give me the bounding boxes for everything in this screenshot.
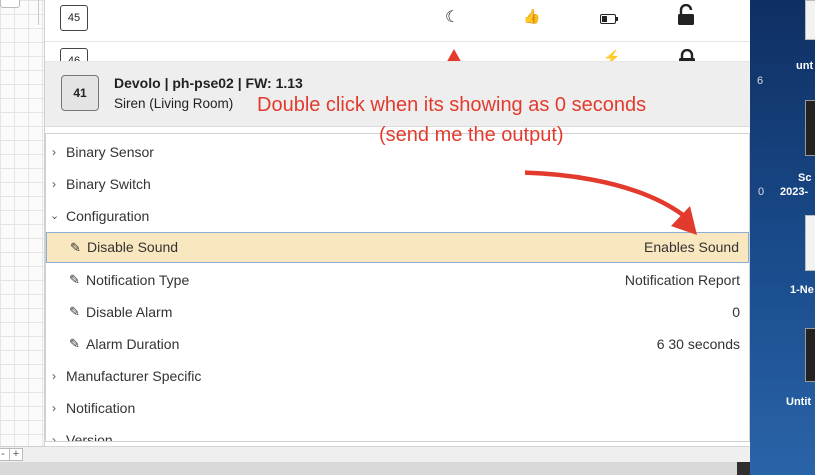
annotation-line1: Double click when its showing as 0 secon… (257, 94, 647, 116)
device-subtitle: Siren (Living Room) (114, 96, 234, 111)
desktop-file-label[interactable]: Sc (798, 172, 811, 184)
config-item-alarm-duration[interactable]: ✎ Alarm Duration 6 30 seconds (46, 328, 749, 360)
desktop-file-label[interactable]: Untit (786, 396, 811, 408)
left-panel-footer: - + (0, 446, 45, 462)
file-thumbnail[interactable] (805, 215, 815, 271)
config-item-label: Alarm Duration (86, 336, 180, 352)
device-row[interactable]: 45 ☾ 👍 (45, 0, 750, 42)
pencil-icon: ✎ (69, 336, 80, 351)
config-item-value: 6 30 seconds (656, 336, 740, 352)
tree-item-manufacturer-specific[interactable]: › Manufacturer Specific (46, 360, 749, 392)
config-item-label: Disable Alarm (86, 304, 173, 320)
macos-desktop: unt Sc 2023- 1-Ne Untit 6 0 (750, 0, 815, 475)
config-item-value: Notification Report (624, 272, 740, 288)
thumbs-up-icon: 👍 (523, 8, 541, 24)
main-window: 45 ☾ 👍 46 ⚡ 41 Devolo | ph-pse02 | FW: 1… (45, 0, 750, 462)
desktop-file-label[interactable]: 1-Ne (790, 284, 814, 296)
file-thumbnail[interactable] (805, 328, 815, 382)
desktop-file-label[interactable]: unt (796, 60, 813, 72)
bottom-edge (0, 462, 750, 475)
left-panel-divider (38, 0, 39, 25)
pencil-icon: ✎ (69, 304, 80, 319)
annotation-arrow (525, 170, 697, 235)
tree-item-version[interactable]: › Version (46, 424, 749, 442)
node-id-badge: 41 (61, 75, 99, 111)
tree-item-label: Binary Switch (66, 176, 151, 192)
config-item-label: Notification Type (86, 272, 190, 288)
chevron-right-icon: › (52, 401, 56, 415)
tree-item-label: Version (66, 432, 113, 442)
device-id-badge: 45 (60, 5, 88, 31)
annotation-line2: (send me the output) (379, 124, 564, 146)
chevron-right-icon: › (52, 433, 56, 442)
window-footer (45, 446, 750, 462)
chevron-right-icon: › (52, 145, 56, 159)
device-id-badge: 46 (60, 48, 88, 61)
side-number: 0 (758, 186, 765, 198)
left-panel (0, 0, 45, 462)
battery-icon (600, 11, 618, 29)
lock-icon (678, 48, 696, 61)
alert-icon (445, 49, 463, 61)
pencil-icon: ✎ (70, 240, 81, 255)
left-panel-top-box (0, 0, 20, 8)
window-shadow (0, 462, 737, 475)
plug-icon: ⚡ (603, 49, 621, 62)
tree-item-label: Notification (66, 400, 136, 416)
tree-item-notification[interactable]: › Notification (46, 392, 749, 424)
chevron-right-icon: › (52, 177, 56, 191)
config-item-notification-type[interactable]: ✎ Notification Type Notification Report (46, 264, 749, 296)
pencil-icon: ✎ (69, 272, 80, 287)
config-item-value: 0 (732, 304, 740, 320)
chevron-down-icon: ⌄ (50, 210, 60, 222)
chevron-right-icon: › (52, 369, 56, 383)
tree-item-label: Binary Sensor (66, 144, 154, 160)
unlocked-icon (677, 3, 695, 31)
desktop-file-label[interactable]: 2023- (780, 186, 808, 198)
add-button[interactable]: + (9, 448, 23, 461)
file-thumbnail[interactable] (805, 100, 815, 156)
device-title: Devolo | ph-pse02 | FW: 1.13 (114, 75, 303, 91)
device-row[interactable]: 46 ⚡ (45, 43, 750, 62)
config-item-disable-alarm[interactable]: ✎ Disable Alarm 0 (46, 296, 749, 328)
config-item-label: Disable Sound (87, 239, 179, 255)
tree-item-label: Manufacturer Specific (66, 368, 202, 384)
tree-item-label: Configuration (66, 208, 150, 224)
moon-icon: ☾ (445, 9, 460, 26)
file-thumbnail[interactable] (805, 0, 815, 40)
side-number: 6 (757, 75, 764, 87)
